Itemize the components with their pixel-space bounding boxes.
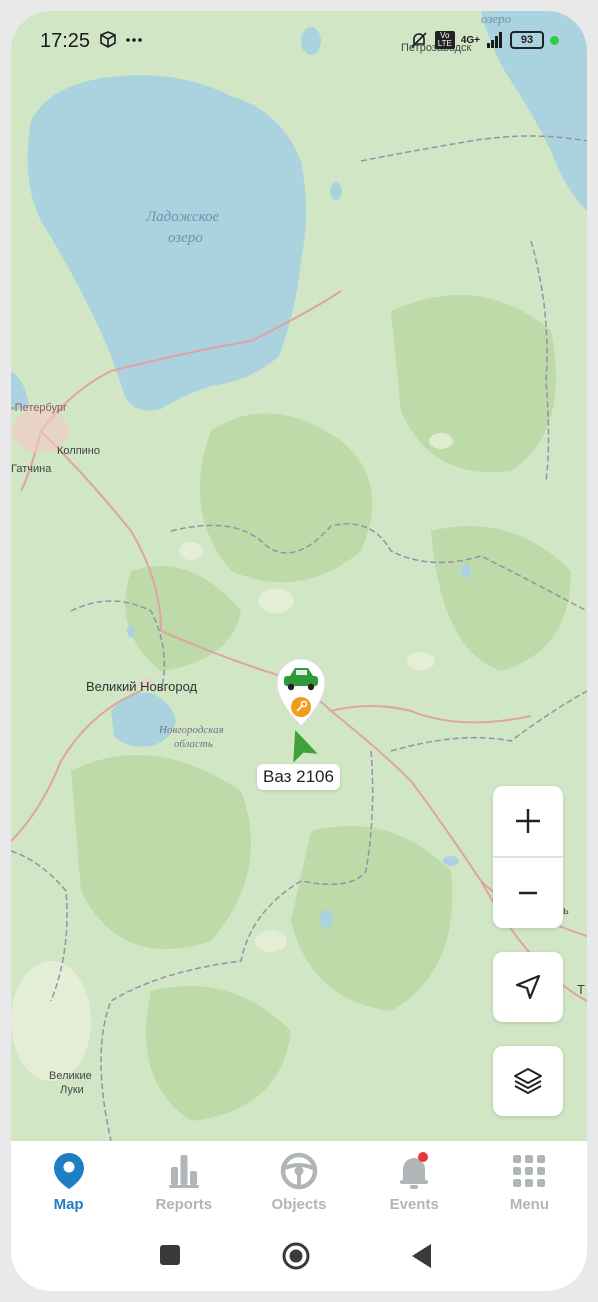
recents-button[interactable] xyxy=(160,1245,180,1265)
label-novgorod-oblast-1: Новгородская xyxy=(158,724,224,736)
zoom-out-button[interactable] xyxy=(493,858,563,928)
signal-icon xyxy=(487,32,502,48)
minus-icon xyxy=(519,891,537,895)
status-bar: 17:25 Vo LTE 4G+ 93 xyxy=(11,11,587,69)
plus-icon xyxy=(516,809,540,833)
status-right: Vo LTE 4G+ 93 xyxy=(409,30,559,50)
zoom-controls xyxy=(493,786,563,928)
locate-button[interactable] xyxy=(493,952,563,1022)
layers-button[interactable] xyxy=(493,1046,563,1116)
steering-wheel-icon xyxy=(280,1152,318,1190)
battery-indicator: 93 xyxy=(510,31,544,49)
label-ladoga-line1: Ладожское xyxy=(145,209,220,225)
vehicle-label[interactable]: Ваз 2106 xyxy=(257,764,340,790)
tab-events[interactable]: Events xyxy=(357,1141,472,1223)
tab-reports-label: Reports xyxy=(155,1196,213,1213)
label-ladoga-line2: озеро xyxy=(168,230,203,246)
notification-icons xyxy=(100,31,142,48)
tab-map-label: Map xyxy=(53,1196,84,1213)
tab-reports[interactable]: Reports xyxy=(126,1141,241,1223)
system-nav-bar xyxy=(11,1223,587,1291)
label-velikie-luki-1: Великие xyxy=(49,1070,92,1082)
network-type: 4G+ xyxy=(460,34,480,46)
status-notification-icons xyxy=(97,31,147,54)
label-edge-t: Т xyxy=(577,982,585,997)
label-edge-b: ь xyxy=(563,905,569,917)
bar-chart-icon xyxy=(168,1155,199,1188)
bell-icon xyxy=(400,1152,429,1189)
notification-badge xyxy=(418,1152,429,1162)
tab-menu[interactable]: Menu xyxy=(472,1141,587,1223)
grid-icon xyxy=(513,1155,546,1187)
label-spb: -Петербург xyxy=(11,402,67,414)
charging-dot xyxy=(550,35,559,45)
back-button[interactable] xyxy=(412,1244,431,1268)
phone-frame: Ладожское озеро озеро Петрозаводск -Пете… xyxy=(0,0,598,1302)
layers-icon xyxy=(514,1068,542,1094)
alarm-off-icon xyxy=(411,32,427,48)
navigation-arrow-icon xyxy=(515,974,541,1000)
home-button-dot xyxy=(289,1249,303,1263)
app-screen: Ладожское озеро озеро Петрозаводск -Пете… xyxy=(11,11,587,1291)
tab-objects-label: Objects xyxy=(271,1196,327,1213)
label-velikiy-novgorod: Великий Новгород xyxy=(86,679,198,694)
bottom-tab-bar: Map Reports Objects Events Menu xyxy=(11,1141,587,1223)
ignition-key-icon xyxy=(291,697,311,717)
tab-map[interactable]: Map xyxy=(11,1141,126,1223)
label-gatchina: Гатчина xyxy=(11,463,52,475)
status-time: 17:25 xyxy=(40,30,91,52)
zoom-in-button[interactable] xyxy=(493,786,563,856)
label-kolpino: Колпино xyxy=(57,445,100,457)
tab-events-label: Events xyxy=(389,1196,439,1213)
volte-icon: Vo LTE xyxy=(434,31,455,49)
label-novgorod-oblast-2: область xyxy=(174,738,213,750)
label-velikie-luki-2: Луки xyxy=(60,1084,84,1096)
tab-objects[interactable]: Objects xyxy=(241,1141,356,1223)
tab-menu-label: Menu xyxy=(509,1196,549,1213)
map-pin-icon xyxy=(53,1153,84,1189)
